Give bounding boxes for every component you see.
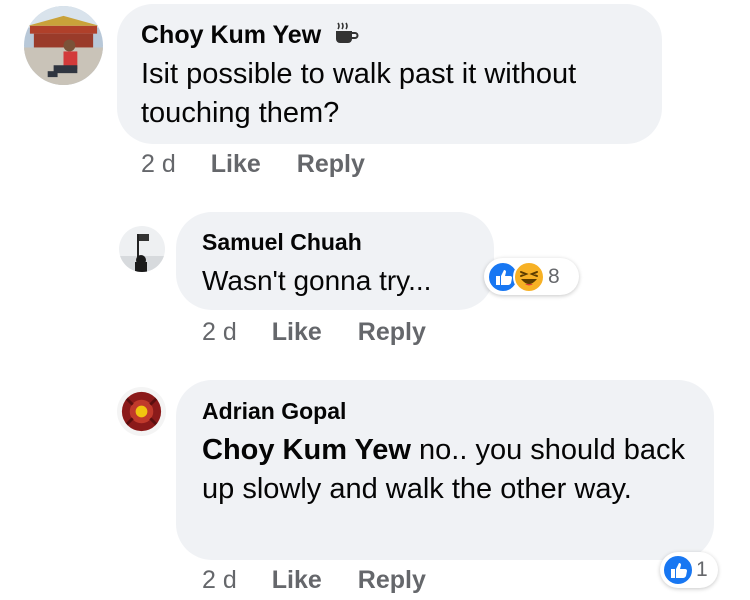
like-button[interactable]: Like bbox=[272, 318, 322, 347]
comment-actions: 2 d Like Reply bbox=[141, 150, 401, 179]
comment-text: Choy Kum Yew no.. you should back up slo… bbox=[202, 431, 702, 509]
reaction-count: 8 bbox=[548, 264, 560, 288]
avatar-choy-kum-yew[interactable] bbox=[24, 6, 103, 85]
comment-timestamp[interactable]: 2 d bbox=[141, 150, 176, 179]
comment-author[interactable]: Samuel Chuah bbox=[202, 228, 362, 256]
reply-button[interactable]: Reply bbox=[297, 150, 365, 179]
reply-button[interactable]: Reply bbox=[358, 318, 426, 347]
comment-author[interactable]: Adrian Gopal bbox=[202, 397, 346, 425]
comment-author[interactable]: Choy Kum Yew bbox=[141, 20, 360, 53]
avatar-adrian-gopal[interactable] bbox=[117, 387, 166, 436]
mention-link[interactable]: Choy Kum Yew bbox=[202, 434, 411, 466]
reaction-count: 1 bbox=[696, 558, 708, 581]
reaction-summary[interactable]: 8 bbox=[484, 258, 579, 295]
comment-timestamp[interactable]: 2 d bbox=[202, 318, 237, 347]
comment-text: Wasn't gonna try... bbox=[202, 265, 432, 296]
haha-reaction-icon bbox=[513, 260, 545, 293]
author-name[interactable]: Choy Kum Yew bbox=[141, 21, 321, 49]
coffee-cup-icon bbox=[332, 20, 360, 53]
comment-actions: 2 d Like Reply bbox=[202, 318, 462, 347]
comment-timestamp[interactable]: 2 d bbox=[202, 566, 237, 595]
like-button[interactable]: Like bbox=[272, 566, 322, 595]
like-reaction-icon bbox=[662, 554, 694, 586]
avatar-samuel-chuah[interactable] bbox=[119, 226, 165, 272]
reply-button[interactable]: Reply bbox=[358, 566, 426, 595]
comment-actions: 2 d Like Reply bbox=[202, 566, 462, 595]
comment-text: Isit possible to walk past it without to… bbox=[141, 58, 577, 129]
like-button[interactable]: Like bbox=[211, 150, 261, 179]
reaction-summary[interactable]: 1 bbox=[660, 552, 718, 588]
